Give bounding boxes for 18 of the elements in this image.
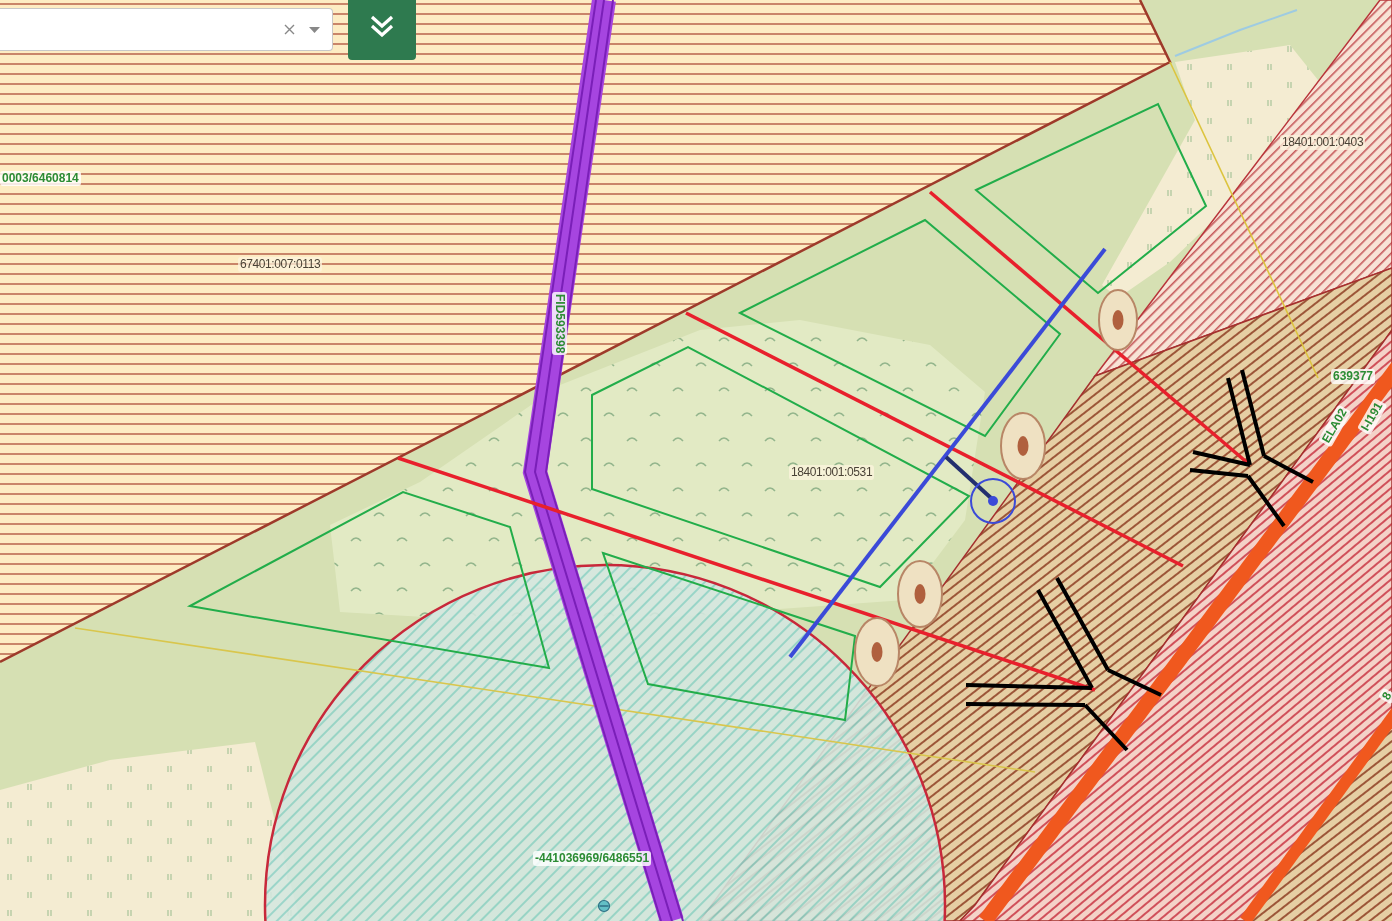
parcel-number-label: 18401:001:0531	[789, 465, 875, 480]
minus-circle-icon	[597, 899, 611, 913]
clear-icon[interactable]	[284, 24, 295, 35]
oval-marker-icon	[897, 560, 943, 628]
feature-label: FID593398	[552, 292, 567, 356]
feature-label: 0003/6460814	[0, 171, 81, 186]
oval-marker-icon	[1098, 289, 1138, 351]
caret-icon[interactable]	[309, 26, 320, 33]
feature-label: 639377	[1331, 369, 1376, 384]
target-marker-icon	[970, 478, 1016, 524]
parcel-number-label: 18401:001:0403	[1280, 135, 1366, 150]
double-chevron-icon	[370, 15, 394, 37]
select-field[interactable]	[0, 8, 333, 51]
expand-button[interactable]	[348, 0, 416, 60]
feature-label: -441036969/6486551	[533, 851, 652, 866]
oval-marker-icon	[1000, 412, 1046, 480]
parcel-number-label: 67401:007:0113	[238, 257, 323, 272]
oval-marker-icon	[854, 617, 900, 687]
